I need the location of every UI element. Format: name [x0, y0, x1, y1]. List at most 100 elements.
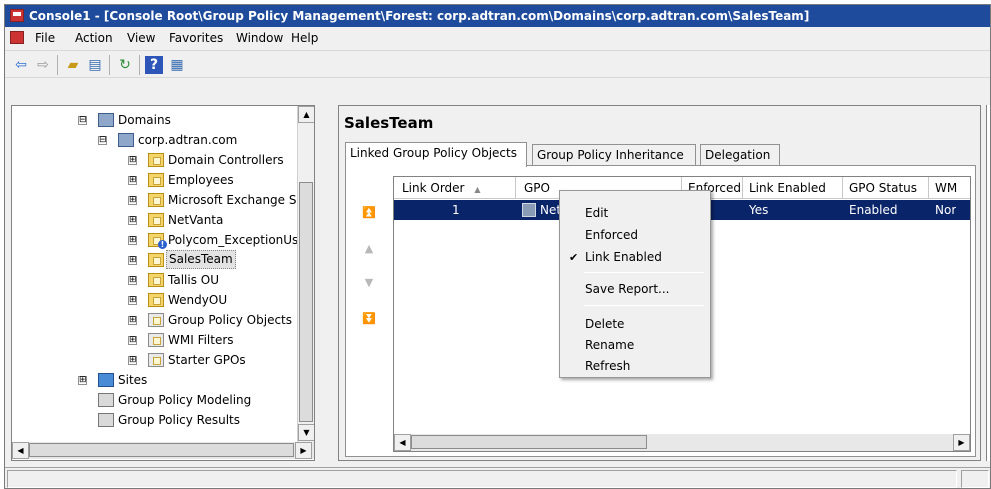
scroll-down-icon[interactable]: ▼	[298, 424, 314, 441]
column-header-wmi[interactable]: WM	[929, 177, 970, 199]
up-folder-icon[interactable]: ▰	[63, 55, 83, 75]
scroll-right-icon[interactable]: ▶	[295, 442, 312, 459]
refresh-icon[interactable]: ↻	[115, 55, 135, 75]
menu-bar: File Action View Favorites Window Help	[5, 27, 990, 49]
tree-label: Domain Controllers	[168, 153, 284, 167]
move-up-icon[interactable]: ▲	[362, 242, 376, 256]
tree-label: Sites	[118, 373, 148, 387]
tree-label: Employees	[168, 173, 234, 187]
collapse-icon[interactable]: ⊟	[78, 116, 87, 125]
status-bar	[5, 467, 990, 488]
properties-icon[interactable]: ▦	[167, 55, 187, 75]
expand-icon[interactable]: ⊞	[78, 376, 87, 385]
back-icon[interactable]: ⇦	[11, 55, 31, 75]
collapse-icon[interactable]: ⊟	[98, 136, 107, 145]
tree-label: Domains	[118, 113, 171, 127]
context-item-edit[interactable]: Edit	[561, 203, 709, 224]
tab-delegation[interactable]: Delegation	[700, 144, 780, 166]
menu-separator	[584, 272, 704, 273]
gpo-container-icon	[148, 313, 164, 327]
toolbar: ⇦ ⇨ ▰ ▤ ↻ ? ▦	[5, 50, 990, 78]
ou-folder-icon	[148, 253, 164, 267]
status-segment	[961, 470, 989, 488]
tree-horizontal-scrollbar[interactable]: ◀ ▶	[12, 442, 314, 459]
system-menu-icon[interactable]	[10, 31, 24, 44]
expand-icon[interactable]: ⊞	[128, 176, 137, 185]
show-hide-tree-icon[interactable]: ▤	[85, 55, 105, 75]
expand-icon[interactable]: ⊞	[128, 336, 137, 345]
expand-icon[interactable]: ⊞	[128, 216, 137, 225]
menu-help[interactable]: Help	[291, 27, 318, 49]
move-to-bottom-icon[interactable]: ⏬	[362, 312, 376, 326]
menu-file[interactable]: File	[35, 27, 55, 49]
context-item-rename[interactable]: Rename	[561, 335, 709, 356]
tree-label: Polycom_ExceptionUs	[168, 233, 299, 247]
console-tree[interactable]: ⊟ Domains ⊟ corp.adtran.com ⊞ Domain Con…	[11, 105, 315, 461]
context-item-save-report[interactable]: Save Report...	[561, 279, 709, 300]
menu-view[interactable]: View	[127, 27, 155, 49]
expand-icon[interactable]: ⊞	[128, 256, 137, 265]
context-item-delete[interactable]: Delete	[561, 314, 709, 335]
context-menu: Edit Enforced ✔ Link Enabled Save Report…	[559, 190, 711, 378]
context-item-refresh[interactable]: Refresh	[561, 356, 709, 377]
context-item-link-enabled[interactable]: ✔ Link Enabled	[561, 247, 709, 268]
ou-folder-icon	[148, 193, 164, 207]
column-label: Link Order	[402, 181, 465, 195]
expand-icon[interactable]: ⊞	[128, 196, 137, 205]
toolbar-separator	[109, 55, 110, 75]
scroll-up-icon[interactable]: ▲	[298, 106, 314, 123]
cell-link-enabled: Yes	[749, 203, 769, 217]
expand-icon[interactable]: ⊞	[128, 276, 137, 285]
tree-label: Starter GPOs	[168, 353, 246, 367]
list-horizontal-scrollbar[interactable]: ◀ ▶	[394, 434, 970, 451]
scrollbar-thumb[interactable]	[411, 435, 647, 449]
ou-folder-icon	[148, 153, 164, 167]
domains-icon	[98, 113, 114, 127]
column-header-gpo-status[interactable]: GPO Status	[843, 177, 929, 199]
context-item-label: Link Enabled	[585, 250, 662, 264]
scroll-left-icon[interactable]: ◀	[394, 434, 411, 451]
window-title: Console1 - [Console Root\Group Policy Ma…	[29, 9, 810, 23]
column-header-link-order[interactable]: Link Order ▲	[394, 177, 516, 199]
column-header-link-enabled[interactable]: Link Enabled	[743, 177, 843, 199]
scrollbar-thumb[interactable]	[29, 443, 294, 457]
scroll-left-icon[interactable]: ◀	[12, 442, 29, 459]
tree-label: WMI Filters	[168, 333, 234, 347]
tree-label: NetVanta	[168, 213, 224, 227]
tree-label: Group Policy Objects	[168, 313, 293, 327]
move-to-top-icon[interactable]: ⏫	[362, 206, 376, 220]
tree-label: WendyOU	[168, 293, 228, 307]
scrollbar-thumb[interactable]	[299, 182, 313, 422]
menu-action[interactable]: Action	[75, 27, 113, 49]
scroll-right-icon[interactable]: ▶	[953, 434, 970, 451]
expand-icon[interactable]: ⊞	[128, 236, 137, 245]
page-title: SalesTeam	[344, 114, 434, 132]
gpo-link-icon	[522, 203, 536, 217]
status-segment	[7, 470, 957, 488]
move-down-icon[interactable]: ▼	[362, 276, 376, 290]
tab-linked-gpos[interactable]: Linked Group Policy Objects	[345, 142, 527, 167]
tree-label: Group Policy Modeling	[118, 393, 252, 407]
expand-icon[interactable]: ⊞	[128, 356, 137, 365]
menu-favorites[interactable]: Favorites	[169, 27, 223, 49]
expand-icon[interactable]: ⊞	[128, 296, 137, 305]
gp-results-icon	[98, 413, 114, 427]
forward-icon[interactable]: ⇨	[33, 55, 53, 75]
sites-icon	[98, 373, 114, 387]
ou-folder-icon	[148, 213, 164, 227]
mmc-app-icon[interactable]	[10, 9, 24, 22]
tree-vertical-scrollbar[interactable]: ▲ ▼	[297, 106, 314, 442]
domain-icon	[118, 133, 134, 147]
starter-gpo-icon	[148, 353, 164, 367]
cell-link-order: 1	[452, 203, 460, 217]
help-icon[interactable]: ?	[145, 56, 163, 74]
menu-window[interactable]: Window	[236, 27, 283, 49]
title-bar[interactable]: Console1 - [Console Root\Group Policy Ma…	[5, 5, 990, 27]
toolbar-separator	[139, 55, 140, 75]
context-item-enforced[interactable]: Enforced	[561, 225, 709, 246]
expand-icon[interactable]: ⊞	[128, 316, 137, 325]
expand-icon[interactable]: ⊞	[128, 156, 137, 165]
toolbar-separator	[57, 55, 58, 75]
tab-gp-inheritance[interactable]: Group Policy Inheritance	[532, 144, 696, 166]
action-pane-edge	[986, 105, 990, 461]
